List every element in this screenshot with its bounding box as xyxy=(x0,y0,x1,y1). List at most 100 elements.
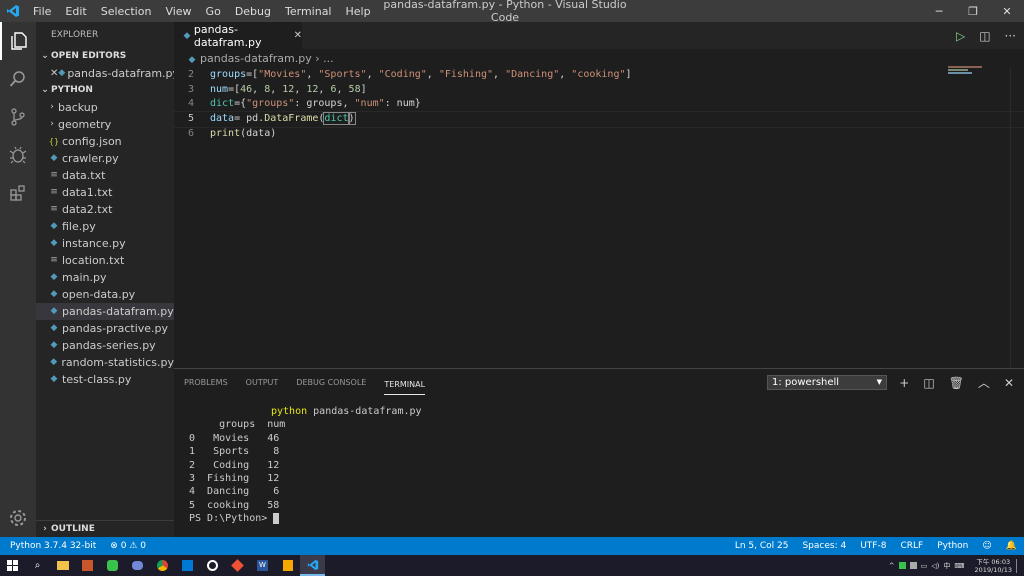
ime-icon[interactable]: 中 xyxy=(943,561,950,571)
file-item-selected[interactable]: ◆ pandas-datafram.py xyxy=(36,303,174,320)
python-interpreter[interactable]: Python 3.7.4 32-bit xyxy=(0,541,103,551)
explorer-icon[interactable] xyxy=(0,22,36,60)
line-app-icon[interactable] xyxy=(100,555,125,576)
feedback-smiley-icon[interactable]: ☺ xyxy=(975,541,998,551)
source-control-icon[interactable] xyxy=(0,98,36,136)
minimap[interactable] xyxy=(948,66,984,74)
terminal-line: 4 Dancing 6 xyxy=(189,486,280,498)
volume-icon[interactable]: ◁) xyxy=(931,562,939,570)
settings-gear-icon[interactable] xyxy=(0,499,36,537)
close-tab-icon[interactable]: ✕ xyxy=(294,30,302,41)
file-label: location.txt xyxy=(62,254,125,267)
file-item[interactable]: ≡ location.txt xyxy=(36,252,174,269)
clock-time: 下午 06:03 xyxy=(976,557,1011,566)
cursor-position[interactable]: Ln 5, Col 25 xyxy=(728,541,796,551)
outline-section[interactable]: › OUTLINE xyxy=(36,520,174,537)
more-actions-icon[interactable]: ··· xyxy=(1005,29,1016,43)
extensions-icon[interactable] xyxy=(0,174,36,212)
menu-view[interactable]: View xyxy=(158,5,198,18)
menu-debug[interactable]: Debug xyxy=(228,5,278,18)
tab-debug-console[interactable]: DEBUG CONSOLE xyxy=(296,369,366,396)
open-editors-section[interactable]: ⌄ OPEN EDITORS xyxy=(36,48,174,65)
file-explorer-icon[interactable] xyxy=(50,555,75,576)
run-icon[interactable]: ▷ xyxy=(956,29,965,43)
tab-pandas-datafram[interactable]: ◆ pandas-datafram.py ✕ xyxy=(174,22,302,49)
discord-icon[interactable] xyxy=(125,555,150,576)
file-item[interactable]: ≡ data.txt xyxy=(36,167,174,184)
folder-geometry[interactable]: › geometry xyxy=(36,116,174,133)
menu-file[interactable]: File xyxy=(26,5,58,18)
file-item[interactable]: ◆ file.py xyxy=(36,218,174,235)
code-line-current: 5 data= pd.DataFrame(dict) xyxy=(173,111,1024,128)
file-item[interactable]: ≡ data2.txt xyxy=(36,201,174,218)
menu-selection[interactable]: Selection xyxy=(94,5,159,18)
file-item[interactable]: ◆ pandas-series.py xyxy=(36,337,174,354)
tray-app-icon[interactable] xyxy=(909,562,917,569)
terminal-output[interactable]: python pandas-datafram.py groups num 0 M… xyxy=(189,405,422,526)
outline-label: OUTLINE xyxy=(51,524,95,534)
end-of-line[interactable]: CRLF xyxy=(893,541,930,551)
file-item[interactable]: ◆ open-data.py xyxy=(36,286,174,303)
close-window-button[interactable]: ✕ xyxy=(990,0,1024,22)
code-line: 6 print(data) xyxy=(174,127,1024,142)
new-terminal-icon[interactable]: + xyxy=(899,373,909,393)
tray-app-icon[interactable] xyxy=(898,562,906,569)
encoding[interactable]: UTF-8 xyxy=(853,541,893,551)
split-editor-icon[interactable]: ◫ xyxy=(979,29,990,43)
debug-icon[interactable] xyxy=(0,136,36,174)
folder-backup[interactable]: › backup xyxy=(36,99,174,116)
file-item[interactable]: ◆ crawler.py xyxy=(36,150,174,167)
clock[interactable]: 下午 06:03 2019/10/13 xyxy=(975,558,1012,574)
file-item[interactable]: ◆ test-class.py xyxy=(36,371,174,388)
notification-center-icon[interactable] xyxy=(1016,558,1020,573)
file-item[interactable]: ◆ random-statistics.py xyxy=(36,354,174,371)
obs-icon[interactable] xyxy=(200,555,225,576)
terminal-line: 0 Movies 46 xyxy=(189,432,280,444)
python-folder-section[interactable]: ⌄ PYTHON xyxy=(36,82,174,99)
windows-start-icon[interactable] xyxy=(0,555,25,576)
menu-go[interactable]: Go xyxy=(199,5,228,18)
file-item[interactable]: ◆ pandas-practive.py xyxy=(36,320,174,337)
trash-icon[interactable]: 🗑 xyxy=(949,373,964,393)
open-editor-item[interactable]: ✕ ◆ pandas-datafram.py xyxy=(36,65,179,82)
search-icon[interactable] xyxy=(0,60,36,98)
tab-output[interactable]: OUTPUT xyxy=(246,369,279,396)
network-icon[interactable]: ▭ xyxy=(921,562,928,570)
restore-button[interactable]: ❐ xyxy=(956,0,990,22)
search-icon[interactable]: ⌕ xyxy=(25,555,50,576)
word-icon[interactable]: W xyxy=(250,555,275,576)
menu-terminal[interactable]: Terminal xyxy=(278,5,339,18)
terminal-select[interactable]: 1: powershell ▼ xyxy=(767,375,887,390)
indentation[interactable]: Spaces: 4 xyxy=(795,541,853,551)
close-icon[interactable]: ✕ xyxy=(50,65,58,82)
chrome-icon[interactable] xyxy=(150,555,175,576)
tab-problems[interactable]: PROBLEMS xyxy=(184,369,228,396)
file-item[interactable]: {} config.json xyxy=(36,133,174,150)
breadcrumb[interactable]: ◆ pandas-datafram.py › ... xyxy=(174,49,1024,68)
mail-icon[interactable] xyxy=(175,555,200,576)
file-item[interactable]: ≡ data1.txt xyxy=(36,184,174,201)
ime-icon[interactable]: ⌨ xyxy=(954,562,964,570)
code-text: dict={"groups": groups, "num": num} xyxy=(210,98,421,110)
close-panel-icon[interactable]: ✕ xyxy=(1004,373,1014,393)
chevron-right-icon: › xyxy=(43,524,47,534)
code-editor[interactable]: 2 groups=["Movies", "Sports", "Coding", … xyxy=(173,68,1024,142)
tray-chevron-icon[interactable]: ^ xyxy=(889,562,895,570)
sticky-notes-icon[interactable] xyxy=(275,555,300,576)
notifications-bell-icon[interactable]: 🔔 xyxy=(999,541,1024,551)
minimize-button[interactable]: ─ xyxy=(922,0,956,22)
menu-edit[interactable]: Edit xyxy=(58,5,93,18)
file-item[interactable]: ◆ instance.py xyxy=(36,235,174,252)
problems-status[interactable]: ⊗ 0 ⚠ 0 xyxy=(103,541,153,551)
tab-terminal[interactable]: TERMINAL xyxy=(384,375,426,395)
maximize-panel-icon[interactable]: ︿ xyxy=(978,373,990,393)
language-mode[interactable]: Python xyxy=(930,541,975,551)
menu-help[interactable]: Help xyxy=(339,5,378,18)
media-app-icon[interactable] xyxy=(75,555,100,576)
file-item[interactable]: ◆ main.py xyxy=(36,269,174,286)
split-terminal-icon[interactable]: ◫ xyxy=(923,373,934,393)
editor-scrollbar[interactable] xyxy=(1010,68,1024,368)
file-label: crawler.py xyxy=(62,152,119,165)
git-icon[interactable] xyxy=(225,555,250,576)
vscode-taskbar-icon[interactable] xyxy=(300,555,325,576)
